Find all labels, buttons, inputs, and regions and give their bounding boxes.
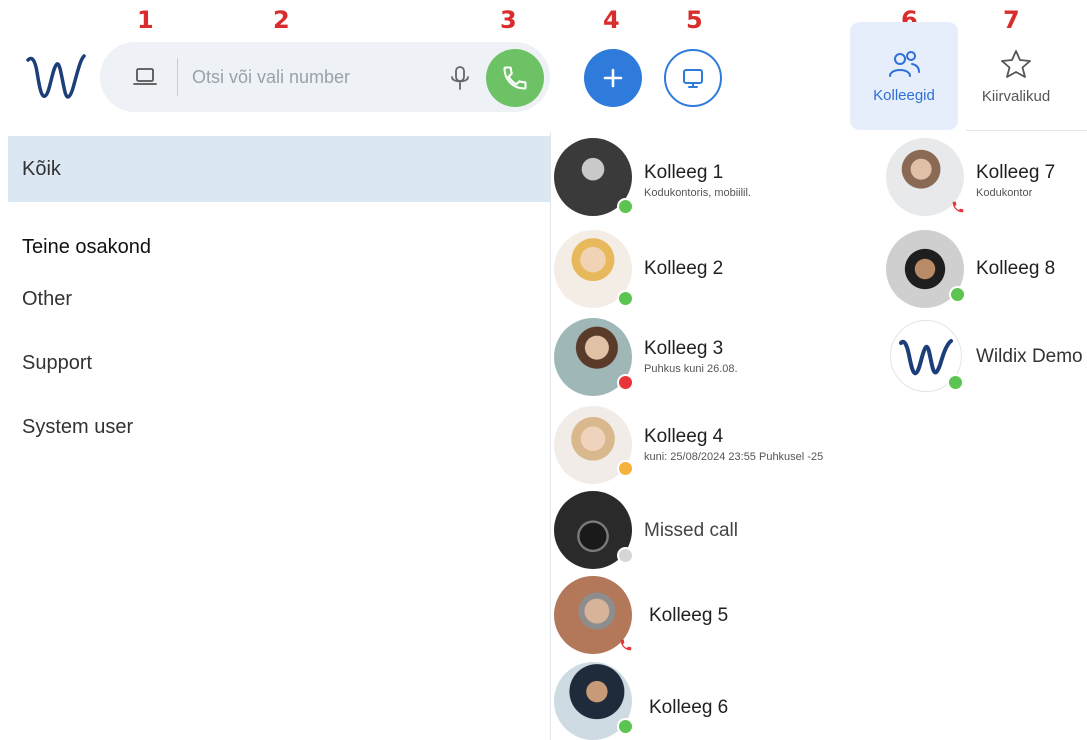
contact-status-text: Kodukontor (976, 187, 1033, 199)
sidebar-department-heading: Teine osakond (22, 236, 151, 258)
sidebar-item-system-user[interactable]: System user (22, 416, 133, 439)
search-divider (177, 58, 178, 96)
search-input[interactable] (192, 62, 432, 92)
annotation-1: 1 (137, 6, 154, 34)
on-call-phone-icon (620, 639, 632, 651)
monitor-icon (683, 69, 703, 88)
contact-name: Kolleeg 1 (644, 162, 724, 183)
status-online-indicator (617, 290, 634, 307)
call-button[interactable] (486, 49, 544, 107)
microphone-icon[interactable] (448, 64, 472, 92)
app-window: 1 2 3 4 5 6 7 Otsi või vali number Kolle… (0, 0, 1087, 740)
status-online-indicator (947, 374, 964, 391)
contact-name: Kolleeg 8 (976, 258, 1056, 279)
tab-speed-dials-label: Kiirvalikud (981, 87, 1051, 105)
contact-status-text: Puhkus kuni 26.08. (644, 363, 738, 375)
laptop-icon[interactable] (132, 64, 158, 90)
status-online-indicator (617, 718, 634, 735)
annotation-5: 5 (686, 6, 703, 34)
search-bar (100, 42, 550, 112)
contact-status-text: Kodukontoris, mobiilil. (644, 187, 751, 199)
star-icon (1001, 49, 1031, 78)
tab-speed-dials[interactable]: Kiirvalikud (966, 22, 1066, 130)
screen-share-button[interactable] (664, 49, 722, 107)
contact-name: Kolleeg 5 (649, 605, 729, 626)
annotation-4: 4 (603, 6, 620, 34)
contact-status-text: kuni: 25/08/2024 23:55 Puhkusel -25 (644, 451, 824, 463)
annotation-2: 2 (273, 6, 290, 34)
phone-icon (503, 66, 527, 90)
contact-name: Kolleeg 6 (649, 697, 729, 718)
annotation-3: 3 (500, 6, 517, 34)
status-busy-indicator (617, 374, 634, 391)
contact-name: Wildix Demo (976, 346, 1083, 367)
status-away-indicator (617, 460, 634, 477)
contact-name: Kolleeg 2 (644, 258, 724, 279)
sidebar-item-other[interactable]: Other (22, 288, 72, 311)
header-divider (966, 130, 1087, 131)
sidebar-item-support[interactable]: Support (22, 352, 92, 375)
contact-name: Kolleeg 3 (644, 338, 724, 359)
plus-icon (603, 68, 623, 88)
contact-name: Kolleeg 4 (644, 426, 724, 447)
add-button[interactable] (584, 49, 642, 107)
sidebar-item-all[interactable]: Kõik (8, 136, 550, 202)
tab-colleagues[interactable]: Kolleegid (850, 22, 958, 130)
contact-name: Kolleeg 7 (976, 162, 1056, 183)
sidebar-item-label: Kõik (22, 158, 61, 180)
panel-divider (550, 132, 551, 740)
wildix-logo (26, 50, 88, 106)
users-icon (889, 50, 920, 77)
tab-colleagues-label: Kolleegid (873, 86, 935, 104)
status-offline-indicator (617, 547, 634, 564)
contact-name: Missed call (644, 520, 738, 541)
group-sidebar: Kõik Teine osakond Other Support System … (8, 136, 550, 740)
status-online-indicator (949, 286, 966, 303)
on-call-phone-icon (952, 201, 964, 213)
status-online-indicator (617, 198, 634, 215)
